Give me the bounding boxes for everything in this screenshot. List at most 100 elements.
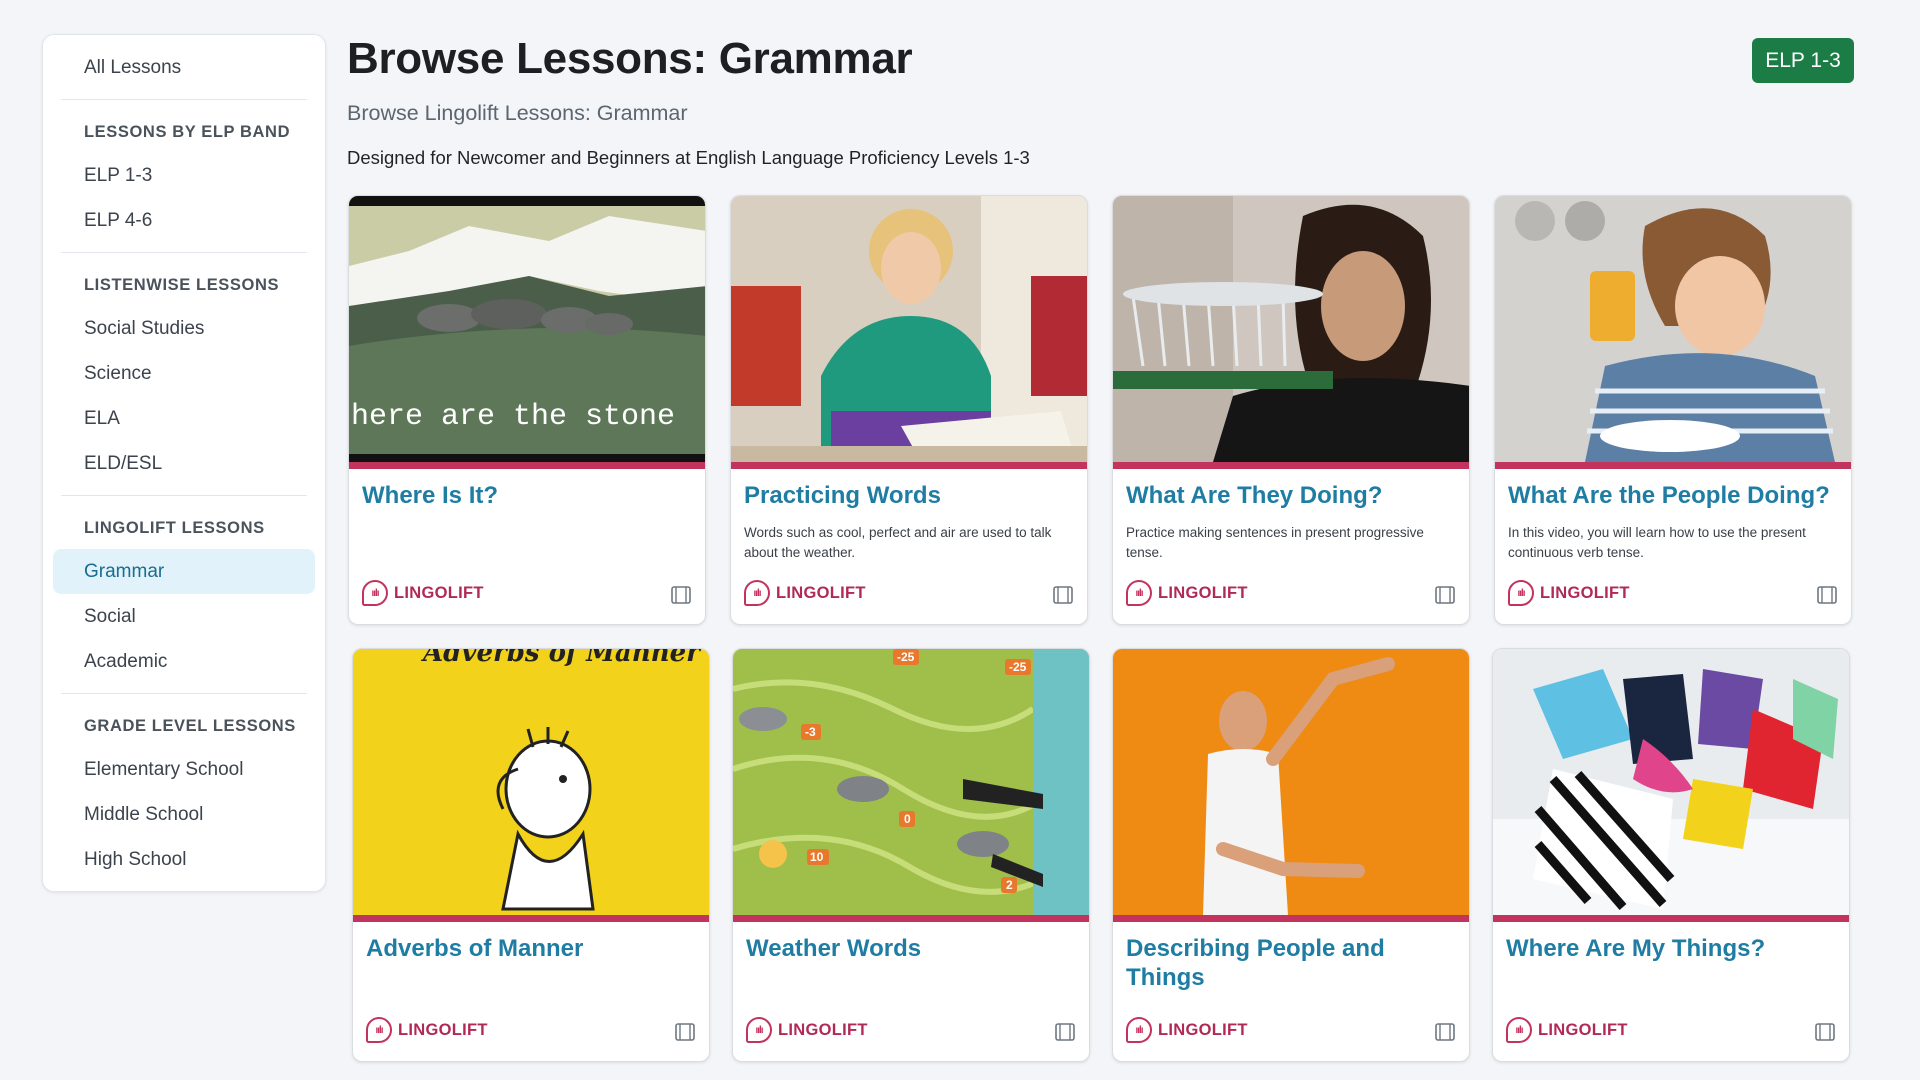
lesson-thumbnail [731,196,1087,462]
sidebar-heading-elp-band: LESSONS BY ELP BAND [84,123,291,141]
brand-name: LINGOLIFT [1158,583,1248,602]
thumbnail-caption: here are the stone [351,400,675,434]
card-title[interactable]: What Are They Doing? [1126,481,1457,510]
elp-badge: ELP 1-3 [1752,38,1854,83]
brand-name: LINGOLIFT [398,1020,488,1039]
sidebar-item-science[interactable]: Science [53,351,315,396]
lingolift-logo-icon: ıılı [1506,1017,1532,1043]
card-description: In this video, you will learn how to use… [1508,525,1806,560]
card-brand: ıılı LINGOLIFT [1508,580,1630,606]
card-title[interactable]: Where Is It? [362,481,693,510]
sidebar-item-eld-esl[interactable]: ELD/ESL [53,441,315,486]
lesson-card-where-is-it[interactable]: here are the stone Where Is It? ıılı LIN… [348,195,706,625]
thumb-label: 2 [1006,878,1013,892]
lesson-thumbnail [1113,649,1469,915]
card-accent-stripe [1493,915,1849,922]
sidebar-item-elementary-school[interactable]: Elementary School [53,747,315,792]
lesson-card-describing-people-and-things[interactable]: Describing People and Things ıılı LINGOL… [1112,648,1470,1062]
lesson-thumbnail [1493,649,1849,915]
film-icon [1055,1023,1075,1041]
sidebar-item-social[interactable]: Social [53,594,315,639]
card-accent-stripe [353,915,709,922]
card-brand: ıılı LINGOLIFT [746,1017,868,1043]
sidebar-item-elp-1-3[interactable]: ELP 1-3 [53,153,315,198]
thumb-label: 0 [904,812,911,826]
brand-name: LINGOLIFT [778,1020,868,1039]
card-title[interactable]: Practicing Words [744,481,1075,510]
lesson-card-what-are-they-doing[interactable]: What Are They Doing? Practice making sen… [1112,195,1470,625]
lesson-card-practicing-words[interactable]: Practicing Words Words such as cool, per… [730,195,1088,625]
divider [61,99,307,100]
thumbnail-caption: Adverbs of Manner [420,649,702,668]
film-icon [1817,586,1837,604]
card-title[interactable]: Where Are My Things? [1506,934,1837,963]
card-brand: ıılı LINGOLIFT [366,1017,488,1043]
film-icon [1815,1023,1835,1041]
page-description: Designed for Newcomer and Beginners at E… [347,147,1030,168]
film-icon [671,586,691,604]
card-brand: ıılı LINGOLIFT [1126,580,1248,606]
thumb-label: 10 [810,850,824,864]
thumb-label: -3 [805,725,816,739]
card-brand: ıılı LINGOLIFT [1126,1017,1248,1043]
lingolift-logo-icon: ıılı [1508,580,1534,606]
lesson-card-adverbs-of-manner[interactable]: Adverbs of Manner Adverbs of Manner ıılı… [352,648,710,1062]
card-title[interactable]: Weather Words [746,934,1077,963]
lingolift-logo-icon: ıılı [744,580,770,606]
sidebar-heading-lingolift: LINGOLIFT LESSONS [84,519,265,537]
lingolift-logo-icon: ıılı [366,1017,392,1043]
card-accent-stripe [1113,462,1469,469]
sidebar: All Lessons LESSONS BY ELP BAND ELP 1-3 … [42,34,326,892]
sidebar-item-elp-4-6[interactable]: ELP 4-6 [53,198,315,243]
film-icon [1435,586,1455,604]
brand-name: LINGOLIFT [394,583,484,602]
sidebar-heading-listenwise: LISTENWISE LESSONS [84,276,280,294]
film-icon [1053,586,1073,604]
lesson-thumbnail [1495,196,1851,462]
sidebar-item-middle-school[interactable]: Middle School [53,792,315,837]
lingolift-logo-icon: ıılı [1126,1017,1152,1043]
lesson-card-what-are-the-people-doing[interactable]: What Are the People Doing? In this video… [1494,195,1852,625]
lingolift-logo-icon: ıılı [362,580,388,606]
card-title[interactable]: Adverbs of Manner [366,934,697,963]
divider [61,252,307,253]
sidebar-item-all-lessons[interactable]: All Lessons [53,45,315,90]
sidebar-item-grammar[interactable]: Grammar [53,549,315,594]
brand-name: LINGOLIFT [1158,1020,1248,1039]
card-brand: ıılı LINGOLIFT [362,580,484,606]
card-title[interactable]: What Are the People Doing? [1508,481,1839,510]
brand-name: LINGOLIFT [1540,583,1630,602]
lesson-thumbnail: here are the stone [349,196,705,462]
card-description: Words such as cool, perfect and air are … [744,525,1052,560]
card-accent-stripe [733,915,1089,922]
film-icon [675,1023,695,1041]
sidebar-item-academic[interactable]: Academic [53,639,315,684]
thumb-label: -25 [1009,660,1027,674]
lesson-card-where-are-my-things[interactable]: Where Are My Things? ıılı LINGOLIFT [1492,648,1850,1062]
card-accent-stripe [1495,462,1851,469]
lingolift-logo-icon: ıılı [1126,580,1152,606]
page-title: Browse Lessons: Grammar [347,34,913,83]
card-accent-stripe [731,462,1087,469]
lesson-card-weather-words[interactable]: -25 -25 -3 0 10 2 Weather Words ıılı LIN… [732,648,1090,1062]
film-icon [1435,1023,1455,1041]
brand-name: LINGOLIFT [776,583,866,602]
card-description: Practice making sentences in present pro… [1126,525,1424,560]
page-subtitle: Browse Lingolift Lessons: Grammar [347,101,688,125]
sidebar-item-high-school[interactable]: High School [53,837,315,882]
divider [61,693,307,694]
card-brand: ıılı LINGOLIFT [1506,1017,1628,1043]
divider [61,495,307,496]
card-title[interactable]: Describing People and Things [1126,934,1457,992]
lesson-thumbnail: -25 -25 -3 0 10 2 [733,649,1089,915]
brand-name: LINGOLIFT [1538,1020,1628,1039]
thumb-label: -25 [897,650,915,664]
sidebar-heading-grade-level: GRADE LEVEL LESSONS [84,717,296,735]
lesson-thumbnail: Adverbs of Manner [353,649,709,915]
card-accent-stripe [1113,915,1469,922]
card-brand: ıılı LINGOLIFT [744,580,866,606]
lesson-thumbnail [1113,196,1469,462]
sidebar-item-social-studies[interactable]: Social Studies [53,306,315,351]
sidebar-item-ela[interactable]: ELA [53,396,315,441]
lingolift-logo-icon: ıılı [746,1017,772,1043]
